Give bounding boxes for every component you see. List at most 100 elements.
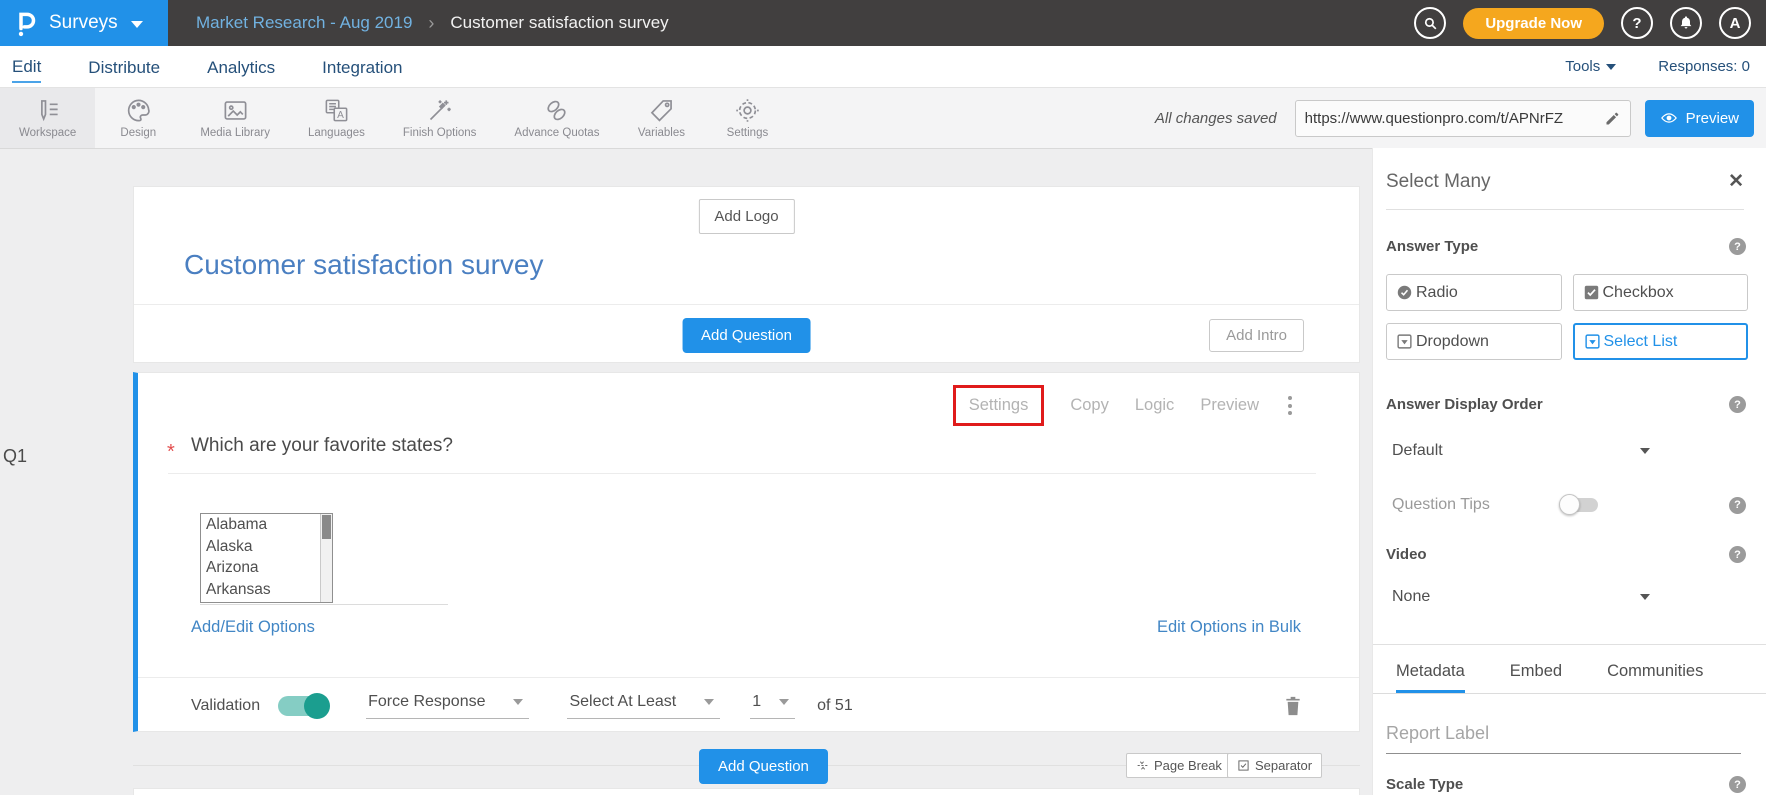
tab-analytics[interactable]: Analytics <box>207 52 275 82</box>
upgrade-now-button[interactable]: Upgrade Now <box>1463 8 1604 39</box>
product-name: Surveys <box>49 12 118 34</box>
help-icon[interactable]: ? <box>1729 396 1746 413</box>
toolbar-item-workspace[interactable]: Workspace <box>0 88 95 148</box>
video-label: Video <box>1386 546 1427 563</box>
question-text[interactable]: Which are your favorite states? <box>191 435 453 457</box>
validation-toggle[interactable] <box>278 696 328 716</box>
help-icon[interactable]: ? <box>1729 238 1746 255</box>
toolbar-item-advance-quotas[interactable]: Advance Quotas <box>495 88 618 148</box>
tab-embed[interactable]: Embed <box>1510 662 1562 693</box>
add-logo-button[interactable]: Add Logo <box>698 199 794 234</box>
save-status: All changes saved <box>1155 110 1277 127</box>
video-dropdown[interactable]: None <box>1392 588 1650 606</box>
chevron-down-icon <box>704 699 714 705</box>
add-edit-options-link[interactable]: Add/Edit Options <box>191 618 315 637</box>
palette-icon <box>125 97 152 124</box>
question-logic-button[interactable]: Logic <box>1135 396 1174 415</box>
survey-header-card: Add Logo Customer satisfaction survey Ad… <box>133 186 1360 363</box>
avatar[interactable]: A <box>1719 7 1751 39</box>
preview-button[interactable]: Preview <box>1645 100 1754 137</box>
toolbar-item-variables[interactable]: Variables <box>618 88 704 148</box>
validation-label: Validation <box>191 697 260 715</box>
tab-communities[interactable]: Communities <box>1607 662 1703 693</box>
help-button[interactable]: ? <box>1621 7 1653 39</box>
question-menu: Settings Copy Logic Preview <box>953 385 1295 426</box>
kebab-menu-icon[interactable] <box>1285 393 1295 418</box>
list-item[interactable]: Arizona <box>201 557 332 579</box>
magic-wand-icon <box>426 97 453 124</box>
toolbar-item-design[interactable]: Design <box>95 88 181 148</box>
checkbox-icon <box>1583 284 1600 301</box>
question-preview-button[interactable]: Preview <box>1200 396 1259 415</box>
metadata-tabs: Metadata Embed Communities <box>1373 645 1766 694</box>
report-label-input[interactable] <box>1386 719 1741 754</box>
gear-icon <box>734 97 761 124</box>
question-tips-toggle[interactable] <box>1561 498 1598 512</box>
divider <box>200 604 448 605</box>
tab-metadata[interactable]: Metadata <box>1396 662 1465 693</box>
divider <box>168 473 1316 474</box>
surveys-menu[interactable]: Surveys <box>0 0 168 46</box>
search-button[interactable] <box>1414 7 1446 39</box>
select-list-box-icon <box>1584 333 1601 350</box>
answer-type-checkbox[interactable]: Checkbox <box>1573 274 1749 311</box>
list-item[interactable]: Alabama <box>201 514 332 536</box>
separator-button[interactable]: Separator <box>1227 753 1322 778</box>
answer-display-order-label: Answer Display Order <box>1386 396 1543 413</box>
answer-type-label: Answer Type <box>1386 238 1478 255</box>
page-break-button[interactable]: Page Break <box>1126 753 1232 778</box>
divider <box>1386 209 1744 210</box>
eye-icon <box>1660 109 1678 127</box>
question-settings-button[interactable]: Settings <box>953 385 1045 426</box>
help-icon[interactable]: ? <box>1729 546 1746 563</box>
answer-type-radio[interactable]: Radio <box>1386 274 1562 311</box>
toolbar-item-finish-options[interactable]: Finish Options <box>384 88 496 148</box>
toolbar-item-languages[interactable]: A Languages <box>289 88 384 148</box>
list-item[interactable]: Arkansas <box>201 579 332 601</box>
tools-dropdown[interactable]: Tools <box>1565 58 1616 75</box>
notifications-button[interactable] <box>1670 7 1702 39</box>
question-copy-button[interactable]: Copy <box>1070 396 1109 415</box>
survey-url-input[interactable] <box>1305 110 1604 127</box>
separator-checkbox-icon <box>1237 759 1250 772</box>
close-icon[interactable]: ✕ <box>1728 170 1744 193</box>
tab-distribute[interactable]: Distribute <box>88 52 160 82</box>
workspace-icon <box>34 97 61 124</box>
answer-type-select-list[interactable]: Select List <box>1573 323 1749 360</box>
image-icon <box>222 97 249 124</box>
list-item[interactable]: Alaska <box>201 536 332 558</box>
help-icon[interactable]: ? <box>1729 497 1746 514</box>
scale-type-label: Scale Type <box>1386 776 1463 793</box>
delete-question-button[interactable] <box>1283 695 1303 717</box>
add-intro-button[interactable]: Add Intro <box>1209 319 1304 352</box>
force-response-dropdown[interactable]: Force Response <box>366 693 529 719</box>
editor-toolbar: Workspace Design Media Library A Languag… <box>0 87 1766 149</box>
answer-display-order-dropdown[interactable]: Default <box>1392 442 1650 460</box>
toolbar-item-media-library[interactable]: Media Library <box>181 88 289 148</box>
help-icon[interactable]: ? <box>1729 776 1746 793</box>
add-question-button-top[interactable]: Add Question <box>682 318 811 353</box>
responses-count: Responses: 0 <box>1658 58 1750 75</box>
pencil-icon[interactable] <box>1604 110 1621 127</box>
edit-options-in-bulk-link[interactable]: Edit Options in Bulk <box>1157 618 1301 637</box>
dropdown-box-icon <box>1396 333 1413 350</box>
listbox-scrollbar[interactable] <box>320 514 332 602</box>
scrollbar-thumb[interactable] <box>322 515 331 539</box>
tab-integration[interactable]: Integration <box>322 52 402 82</box>
validation-count-dropdown[interactable]: 1 <box>750 693 795 719</box>
svg-text:A: A <box>337 110 344 121</box>
tab-edit[interactable]: Edit <box>12 51 41 83</box>
toolbar-item-settings[interactable]: Settings <box>704 88 790 148</box>
question-tips-label: Question Tips <box>1392 496 1561 514</box>
breadcrumb-folder[interactable]: Market Research - Aug 2019 <box>196 13 412 33</box>
answer-type-dropdown[interactable]: Dropdown <box>1386 323 1562 360</box>
chevron-down-icon <box>131 21 143 28</box>
toolbar-right: All changes saved Preview <box>1155 88 1766 148</box>
states-select-list[interactable]: Alabama Alaska Arizona Arkansas <box>200 513 333 603</box>
validation-rule-dropdown[interactable]: Select At Least <box>567 693 720 719</box>
breadcrumb-separator-icon: › <box>428 13 434 34</box>
trash-icon <box>1283 695 1303 717</box>
survey-title[interactable]: Customer satisfaction survey <box>184 249 543 281</box>
answer-type-grid: Radio Checkbox Dropdown Select List <box>1386 274 1748 360</box>
add-question-button-bottom[interactable]: Add Question <box>699 749 828 784</box>
